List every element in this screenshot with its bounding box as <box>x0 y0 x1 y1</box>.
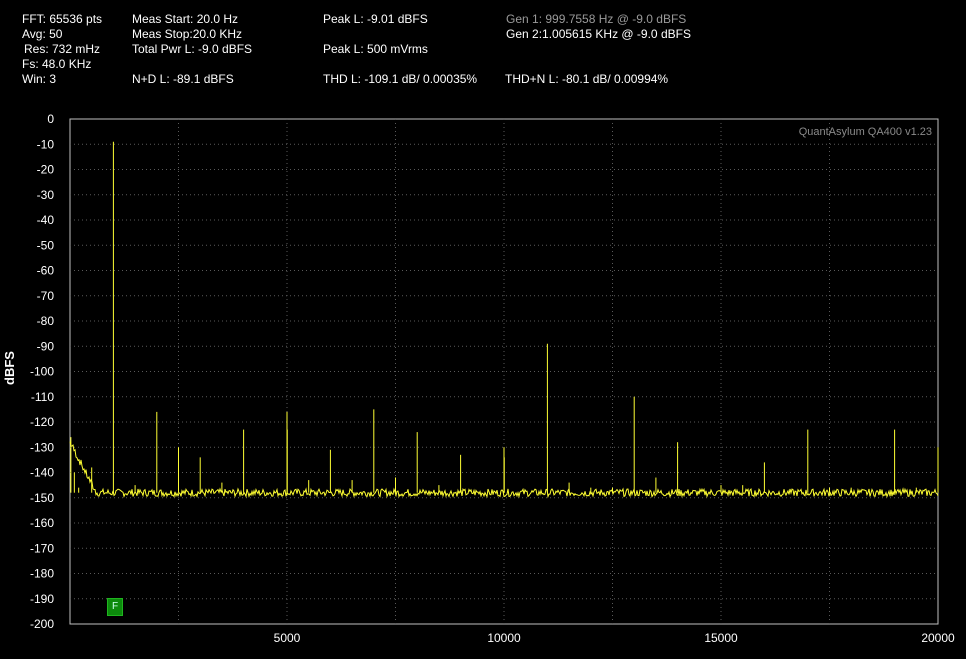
y-tick-label: -20 <box>37 163 55 177</box>
x-tick-label: 15000 <box>704 631 738 645</box>
x-tick-label: 20000 <box>921 631 955 645</box>
y-tick-label: -180 <box>30 567 54 581</box>
y-axis-label: dBFS <box>2 351 17 385</box>
y-tick-label: -190 <box>30 592 54 606</box>
y-tick-label: -150 <box>30 491 54 505</box>
y-tick-label: -200 <box>30 617 54 631</box>
x-tick-label: 10000 <box>487 631 521 645</box>
f-marker-badge[interactable]: F <box>107 598 123 616</box>
y-tick-label: -100 <box>30 365 54 379</box>
y-tick-label: -70 <box>37 289 55 303</box>
y-tick-label: -130 <box>30 440 54 454</box>
y-tick-label: -160 <box>30 516 54 530</box>
y-tick-label: -50 <box>37 238 55 252</box>
spectrum-chart: 0 -10 -20 -30 -40 -50 -60 -70 -80 -90 -100 -110 -120… <box>30 112 955 645</box>
y-tick-label: 0 <box>47 112 54 126</box>
y-tick-label: -140 <box>30 466 54 480</box>
y-tick-label: -80 <box>37 314 55 328</box>
x-tick-label: 5000 <box>274 631 301 645</box>
y-tick-label: -60 <box>37 264 55 278</box>
y-tick-label: -10 <box>37 137 55 151</box>
y-tick-label: -90 <box>37 339 55 353</box>
y-tick-label: -120 <box>30 415 54 429</box>
y-tick-label: -40 <box>37 213 55 227</box>
watermark: QuantAsylum QA400 v1.23 <box>798 126 932 138</box>
y-tick-label: -170 <box>30 541 54 555</box>
y-tick-label: -30 <box>37 188 55 202</box>
y-tick-label: -110 <box>31 390 54 404</box>
